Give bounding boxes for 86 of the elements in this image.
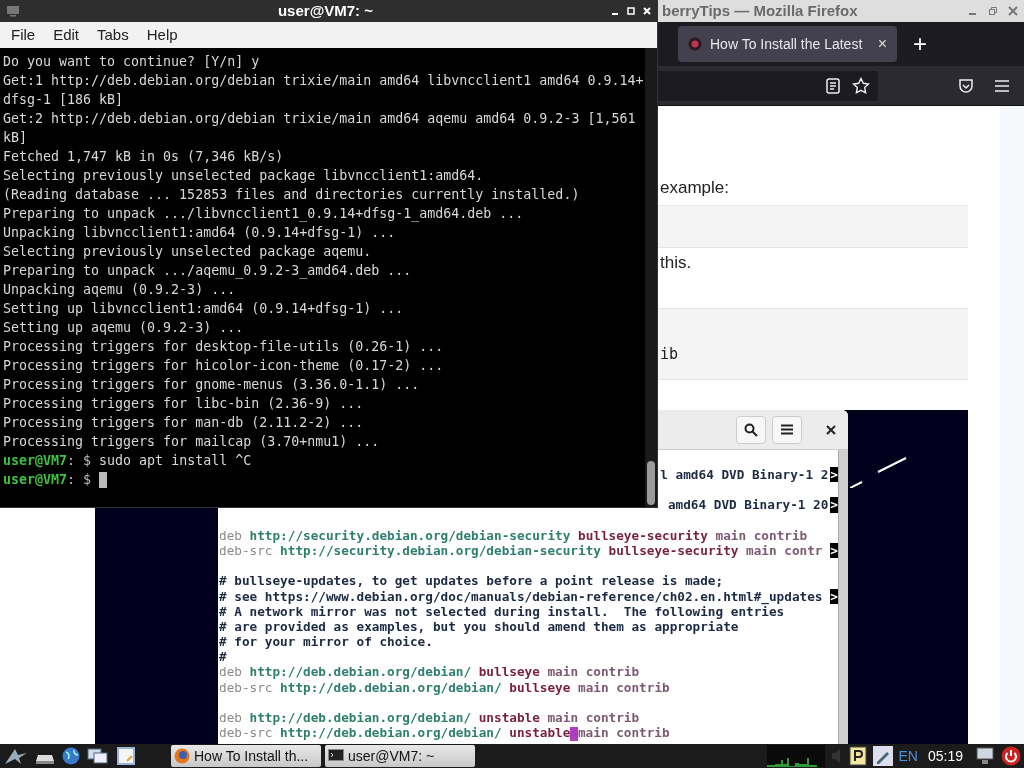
maximize-icon[interactable]: [627, 7, 635, 15]
terminal-command: sudo apt install ^C: [99, 452, 252, 470]
notepad-icon[interactable]: [115, 746, 137, 766]
terminal-line: Processing triggers for gnome-menus (3.36.0-1.1) ...: [3, 376, 420, 394]
search-button[interactable]: [736, 415, 766, 444]
firefox-icon: [174, 748, 190, 764]
network-icon[interactable]: [975, 747, 995, 765]
code-line: deb http://deb.debian.org/debian/ unstable main contrib: [219, 710, 640, 726]
close-icon[interactable]: [826, 424, 836, 435]
code-line: deb http://deb.debian.org/debian/ bullseye main contrib: [219, 664, 640, 680]
terminal-line: Unpacking aqemu (0.9.2-3) ...: [3, 281, 236, 299]
paragraph: example:: [659, 177, 730, 199]
prompt-symbol: : $: [67, 471, 92, 489]
prompt-user: user@VM7: [3, 471, 68, 489]
restore-icon[interactable]: [988, 6, 998, 16]
paragraph: this.: [659, 252, 693, 274]
address-bar[interactable]: [658, 70, 878, 101]
taskbar-button[interactable]: How To Install th...: [171, 745, 321, 767]
terminal-line: Get:1 http://deb.debian.org/debian trixie/main amd64 libvncclient1 amd64 0.9.14+: [3, 72, 644, 90]
menu-item[interactable]: Help: [137, 23, 187, 47]
terminal-line: Processing triggers for mailcap (3.70+nmu1) ...: [3, 433, 380, 451]
code-line: #: [219, 649, 227, 665]
terminal-line: Fetched 1,747 kB in 0s (7,346 kB/s): [3, 148, 284, 166]
terminal-line: Processing triggers for hicolor-icon-theme (0.17-2) ...: [3, 357, 444, 375]
window-title: berryTips — Mozilla Firefox: [662, 0, 858, 21]
overflow-marker: >: [830, 588, 838, 604]
star-icon[interactable]: [852, 76, 870, 95]
terminal-line: Processing triggers for man-db (2.11.2-2) ...: [3, 414, 364, 432]
code-line: # A network mirror was not selected during install. The following entries: [219, 603, 785, 619]
prompt-symbol: : $: [67, 452, 92, 470]
terminal-line: Setting up aqemu (0.9.2-3) ...: [3, 319, 244, 337]
overflow-marker: >: [830, 542, 838, 559]
browser-tab[interactable]: How To Install the Latest ×: [678, 26, 897, 62]
code-line: # bullseye-updates, to get updates before a point release is made;: [219, 573, 724, 589]
menu-button[interactable]: [772, 415, 802, 444]
window-title: user@VM7: ~: [277, 0, 374, 21]
terminal-line: kB]: [3, 129, 28, 147]
code-line: l amd64 DVD Binary-1 2: [660, 467, 829, 483]
taskbar-button[interactable]: user@VM7: ~: [325, 745, 475, 767]
code-line: deb-src http://deb.debian.org/debian/ unstable main contrib: [219, 725, 670, 741]
new-tab-button[interactable]: +: [913, 32, 927, 56]
overflow-marker: >: [830, 467, 838, 483]
terminal-line: Get:2 http://deb.debian.org/debian trixie/main amd64 aqemu amd64 0.9.2-3 [1,561: [3, 110, 636, 128]
clipboard-icon[interactable]: [848, 746, 867, 766]
menu-item[interactable]: File: [2, 23, 45, 47]
code-line: # for your mirror of choice.: [219, 634, 433, 650]
terminal-icon: [6, 5, 20, 17]
cpu-graph: [766, 745, 825, 767]
terminal-line: Unpacking libvncclient1:amd64 (0.9.14+dfsg-1) ...: [3, 224, 396, 242]
terminal-line: Do you want to continue? [Y/n] y: [3, 53, 260, 71]
power-icon[interactable]: [1001, 746, 1021, 766]
windows-icon[interactable]: [87, 747, 109, 765]
menu-icon: [781, 424, 793, 435]
overflow-marker: >: [830, 497, 838, 513]
code-line: deb-src http://security.debian.org/debian-security bullseye-security main contr: [219, 542, 823, 559]
terminal-line: dfsg-1 [186 kB]: [3, 91, 124, 109]
code-line: amd64 DVD Binary-1 20: [667, 497, 829, 513]
terminal-line: Selecting previously unselected package aqemu.: [3, 243, 372, 261]
code-text: ib: [660, 343, 679, 365]
prompt-user: user@VM7: [3, 452, 68, 470]
terminal-line: Preparing to unpack .../aqemu_0.9.2-3_amd64.deb ...: [3, 262, 412, 280]
code-line: # are provided as examples, but you should amend them as appropriate: [219, 618, 739, 635]
clock[interactable]: 05:19: [927, 745, 963, 767]
code-line: deb-src http://deb.debian.org/debian/ bullseye main contrib: [219, 679, 670, 695]
code-line: deb http://security.debian.org/debian-security bullseye-security main contrib: [219, 527, 808, 543]
pocket-icon[interactable]: [958, 77, 974, 94]
code-line: # see https://www.debian.org/doc/manuals/debian-reference/ch02.en.html#_updates: [219, 588, 823, 604]
terminal-line: Selecting previously unselected package libvncclient1:amd64.: [3, 167, 484, 185]
menu-item[interactable]: Tabs: [88, 23, 138, 47]
favicon-icon: [688, 37, 702, 51]
language-indicator[interactable]: EN: [898, 745, 918, 767]
terminal-line: (Reading database ... 152853 files and directories currently installed.): [3, 186, 580, 204]
reader-view-icon[interactable]: [826, 77, 840, 94]
search-icon: [744, 422, 758, 437]
menu-icon[interactable]: [994, 78, 1010, 93]
terminal-line: Processing triggers for desktop-file-utils (0.26-1) ...: [3, 338, 444, 356]
terminal-line: Processing triggers for libc-bin (2.36-9) ...: [3, 395, 364, 413]
terminal-line: Preparing to unpack .../libvncclient1_0.9.14+dfsg-1_amd64.deb ...: [3, 205, 524, 223]
terminal-icon: [328, 749, 344, 763]
scrollbar[interactable]: [838, 450, 848, 744]
menu-item[interactable]: Edit: [44, 23, 89, 47]
terminal-line: Setting up libvncclient1:amd64 (0.9.14+dfsg-1) ...: [3, 300, 404, 318]
close-tab-button[interactable]: ×: [877, 32, 887, 56]
pen-icon[interactable]: [872, 746, 893, 766]
globe-icon[interactable]: [61, 746, 81, 766]
scrollbar[interactable]: [645, 48, 657, 507]
